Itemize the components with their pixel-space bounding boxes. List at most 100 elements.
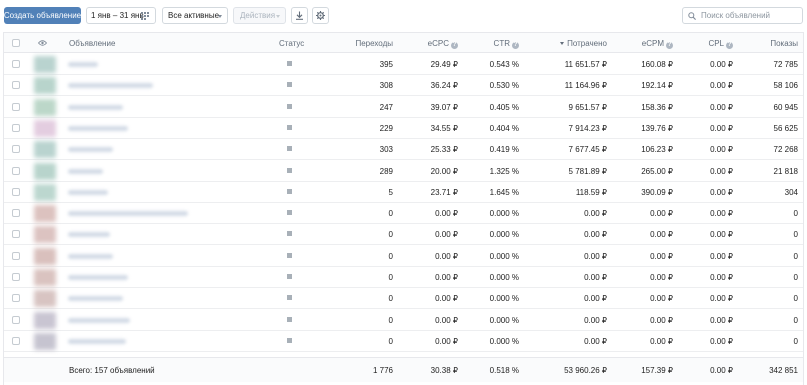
table-row[interactable]: 303 25.33 ₽ 0.419 % 7 677.45 ₽ 106.23 ₽ 0.00 …: [4, 139, 803, 161]
ad-name-blurred[interactable]: [68, 168, 103, 174]
col-impressions[interactable]: Показы: [770, 39, 798, 48]
ad-name-blurred[interactable]: [68, 317, 130, 323]
cell-clicks: 0: [388, 209, 393, 219]
row-checkbox[interactable]: [12, 336, 20, 345]
cell-ecpm: 192.14 ₽: [641, 81, 673, 91]
total-cpl: 0.00 ₽: [710, 366, 733, 375]
table-row[interactable]: 0 0.00 ₽ 0.000 % 0.00 ₽ 0.00 ₽ 0.00 ₽ 0: [4, 288, 803, 310]
status-indicator: [287, 274, 292, 279]
row-checkbox[interactable]: [12, 60, 20, 68]
status-indicator: [287, 295, 292, 301]
ad-name-blurred[interactable]: [68, 83, 153, 89]
ad-name-blurred[interactable]: [68, 296, 123, 302]
row-checkbox[interactable]: [12, 230, 20, 239]
help-circle-icon[interactable]: ?: [726, 42, 733, 49]
ad-name-blurred[interactable]: [68, 104, 123, 110]
cell-impressions: 21 818: [773, 166, 798, 176]
ad-name-blurred[interactable]: [68, 232, 110, 238]
col-ecpm[interactable]: eCPM?: [642, 39, 673, 49]
col-ecpc[interactable]: eCPC?: [428, 39, 458, 49]
ad-thumbnail: [34, 290, 56, 308]
ad-name-blurred[interactable]: [68, 253, 113, 259]
table-row[interactable]: 247 39.07 ₽ 0.405 % 9 651.57 ₽ 158.36 ₽ 0.00 …: [4, 97, 803, 118]
cell-ctr: 0.000 %: [489, 251, 519, 261]
table-row[interactable]: 395 29.49 ₽ 0.543 % 11 651.57 ₽ 160.08 ₽ 0.00…: [4, 54, 803, 75]
ad-name-blurred[interactable]: [68, 189, 108, 195]
row-checkbox[interactable]: [12, 315, 20, 324]
row-checkbox[interactable]: [12, 102, 20, 111]
cell-ecpc: 0.00 ₽: [435, 251, 458, 261]
table-row[interactable]: 289 20.00 ₽ 1.325 % 5 781.89 ₽ 265.00 ₽ 0.00 …: [4, 161, 803, 182]
row-checkbox[interactable]: [12, 187, 20, 196]
col-ad[interactable]: Объявление: [69, 39, 115, 48]
cell-impressions: 0: [793, 336, 798, 346]
row-checkbox[interactable]: [12, 251, 20, 260]
table-row[interactable]: 308 36.24 ₽ 0.530 % 11 164.96 ₽ 192.14 ₽ 0.00…: [4, 75, 803, 97]
create-ad-button[interactable]: Создать объявление: [4, 7, 81, 24]
table-row[interactable]: 0 0.00 ₽ 0.000 % 0.00 ₽ 0.00 ₽ 0.00 ₽ 0: [4, 331, 803, 352]
cell-ecpc: 29.49 ₽: [430, 60, 458, 69]
ad-thumbnail: [34, 205, 56, 223]
help-circle-icon[interactable]: ?: [666, 42, 673, 49]
table-row[interactable]: 0 0.00 ₽ 0.000 % 0.00 ₽ 0.00 ₽ 0.00 ₽ 0: [4, 246, 803, 267]
ad-name-blurred[interactable]: [68, 62, 98, 67]
col-ecpm-label: eCPM: [641, 39, 664, 48]
table-row[interactable]: 229 34.55 ₽ 0.404 % 7 914.23 ₽ 139.76 ₽ 0.00 …: [4, 118, 803, 139]
cell-ctr: 0.404 %: [489, 123, 519, 133]
row-checkbox[interactable]: [12, 145, 20, 154]
ad-thumbnail: [34, 311, 56, 329]
status-indicator: [287, 61, 292, 66]
total-clicks: 1 776: [372, 366, 393, 375]
cell-cpl: 0.00 ₽: [710, 145, 733, 155]
toolbar: Создать объявление 1 янв – 31 янв Все ак…: [0, 0, 807, 30]
ad-thumbnail: [34, 98, 56, 116]
help-circle-icon[interactable]: ?: [512, 42, 519, 49]
row-checkbox[interactable]: [12, 123, 20, 132]
settings-button[interactable]: [312, 7, 329, 24]
status-indicator: [287, 124, 292, 130]
cell-impressions: 0: [793, 251, 798, 261]
cell-clicks: 0: [388, 315, 393, 325]
cell-spent: 7 677.45 ₽: [568, 145, 607, 155]
download-button[interactable]: [291, 7, 308, 24]
col-ctr[interactable]: CTR?: [494, 39, 519, 49]
ad-name-blurred[interactable]: [68, 125, 128, 131]
row-checkbox[interactable]: [12, 166, 20, 175]
row-checkbox[interactable]: [12, 294, 20, 303]
table-row[interactable]: 0 0.00 ₽ 0.000 % 0.00 ₽ 0.00 ₽ 0.00 ₽ 0: [4, 203, 803, 225]
cell-spent: 0.00 ₽: [584, 315, 607, 325]
ad-name-blurred[interactable]: [68, 338, 126, 344]
cell-ctr: 0.000 %: [489, 294, 519, 304]
table-row[interactable]: 0 0.00 ₽ 0.000 % 0.00 ₽ 0.00 ₽ 0.00 ₽ 0: [4, 224, 803, 246]
row-checkbox[interactable]: [12, 209, 20, 218]
ad-name-blurred[interactable]: [68, 275, 128, 280]
cell-spent: 11 651.57 ₽: [564, 60, 607, 69]
row-checkbox[interactable]: [12, 273, 20, 281]
table-row[interactable]: 0 0.00 ₽ 0.000 % 0.00 ₽ 0.00 ₽ 0.00 ₽ 0: [4, 267, 803, 288]
col-status[interactable]: Статус: [279, 39, 304, 48]
search-input[interactable]: [701, 11, 796, 20]
select-all-checkbox[interactable]: [12, 39, 20, 47]
cell-ecpm: 139.76 ₽: [641, 123, 673, 133]
status-filter-select[interactable]: Все активные: [162, 7, 228, 24]
actions-dropdown[interactable]: Действия: [233, 7, 286, 24]
help-circle-icon[interactable]: ?: [451, 42, 458, 49]
table-row[interactable]: 5 23.71 ₽ 1.645 % 118.59 ₽ 390.09 ₽ 0.00 ₽ 304: [4, 182, 803, 203]
cell-ctr: 0.000 %: [489, 230, 519, 240]
ad-name-blurred[interactable]: [68, 147, 113, 153]
cell-impressions: 0: [793, 230, 798, 240]
cell-spent: 0.00 ₽: [584, 209, 607, 219]
cell-spent: 7 914.23 ₽: [568, 123, 607, 133]
search-field[interactable]: [682, 7, 803, 24]
col-clicks[interactable]: Переходы: [355, 39, 393, 48]
total-ctr: 0.518 %: [489, 366, 519, 375]
date-range-picker[interactable]: 1 янв – 31 янв: [86, 7, 156, 24]
col-spent[interactable]: Потрачено: [560, 39, 607, 48]
eye-icon[interactable]: [38, 40, 47, 46]
col-cpl[interactable]: CPL?: [708, 39, 733, 49]
cell-impressions: 0: [793, 209, 798, 219]
ad-name-blurred[interactable]: [68, 211, 188, 217]
table-row[interactable]: 0 0.00 ₽ 0.000 % 0.00 ₽ 0.00 ₽ 0.00 ₽ 0: [4, 310, 803, 331]
cell-ecpc: 25.33 ₽: [430, 145, 458, 155]
row-checkbox[interactable]: [12, 81, 20, 90]
